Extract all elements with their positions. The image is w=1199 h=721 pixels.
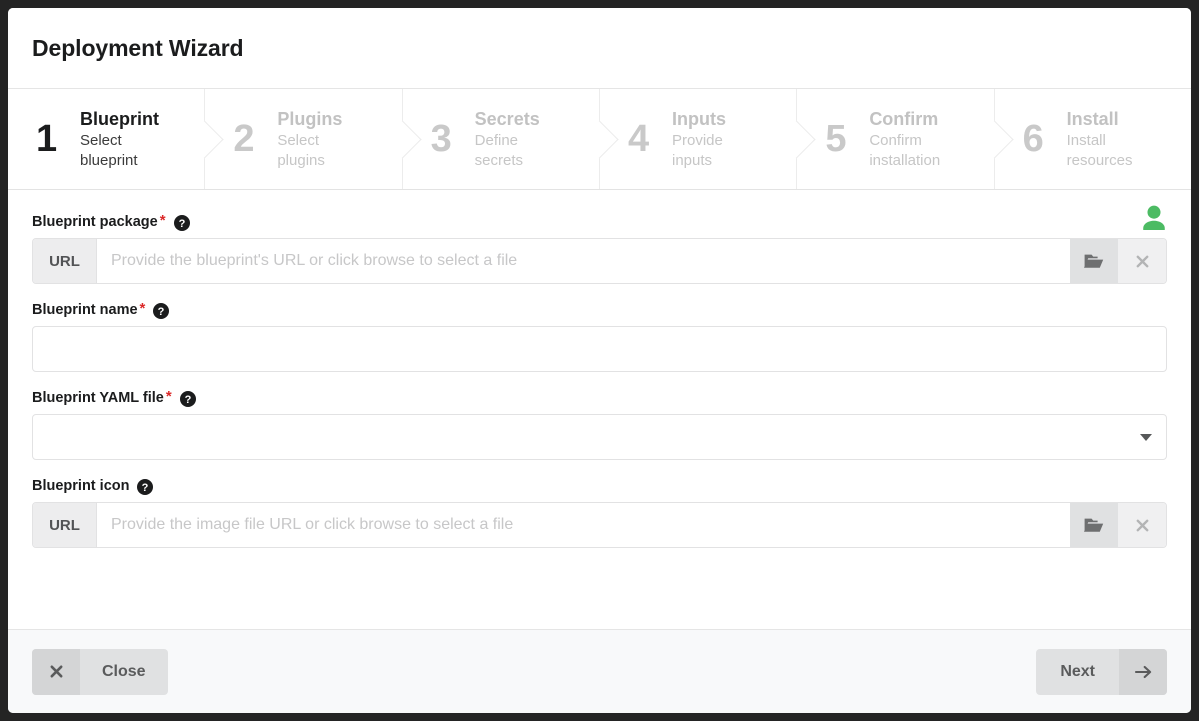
url-prefix-label: URL: [33, 503, 97, 547]
field-label-text: Blueprint name: [32, 302, 138, 318]
step-description: Select blueprint: [80, 131, 138, 169]
blueprint-package-url-input[interactable]: [97, 239, 1070, 283]
step-number: 4: [627, 118, 650, 160]
step-number: 2: [233, 118, 255, 160]
field-label: Blueprint name * ?: [32, 300, 1167, 319]
svg-text:?: ?: [184, 394, 191, 406]
wizard-step-confirm[interactable]: 5 Confirm Confirm installation: [796, 89, 994, 189]
wizard-steps: 1 Blueprint Select blueprint 2 Plugins S…: [8, 89, 1191, 190]
blueprint-icon-url-input[interactable]: [97, 503, 1070, 547]
wizard-step-plugins[interactable]: 2 Plugins Select plugins: [204, 89, 402, 189]
step-title: Blueprint: [80, 108, 159, 129]
user-icon: [1137, 202, 1171, 236]
required-marker: *: [165, 388, 172, 405]
modal-header: Deployment Wizard: [8, 8, 1191, 89]
svg-text:?: ?: [142, 482, 149, 494]
wizard-step-blueprint[interactable]: 1 Blueprint Select blueprint: [8, 89, 205, 189]
close-button[interactable]: Close: [32, 648, 168, 695]
step-description: Select plugins: [277, 131, 325, 169]
browse-file-button[interactable]: [1070, 503, 1118, 547]
url-input-row: URL: [32, 502, 1167, 548]
step-description: Define secrets: [474, 131, 524, 169]
close-button-label: Close: [102, 662, 146, 680]
close-icon: [32, 648, 80, 695]
field-blueprint-name: Blueprint name * ?: [32, 300, 1167, 372]
field-blueprint-yaml-file: Blueprint YAML file * ?: [32, 388, 1167, 460]
step-title: Confirm: [869, 108, 939, 129]
required-marker: *: [139, 300, 146, 317]
step-number: 5: [825, 118, 847, 160]
field-label: Blueprint YAML file * ?: [32, 388, 1167, 407]
blueprint-yaml-file-select[interactable]: [32, 414, 1167, 460]
field-label: Blueprint package * ?: [32, 212, 1167, 231]
url-input-row: URL: [32, 238, 1167, 284]
modal-footer: Close Next: [8, 629, 1191, 713]
browse-file-button[interactable]: [1070, 239, 1118, 283]
step-description: Install resources: [1066, 131, 1133, 169]
wizard-step-inputs[interactable]: 4 Inputs Provide inputs: [598, 89, 797, 189]
field-label-text: Blueprint icon: [32, 478, 130, 494]
clear-field-button[interactable]: [1118, 239, 1166, 283]
clear-field-button[interactable]: [1118, 503, 1166, 547]
step-description: Confirm installation: [869, 131, 941, 169]
question-circle-icon[interactable]: ?: [137, 478, 154, 495]
next-button-label: Next: [1060, 662, 1095, 680]
field-label-text: Blueprint YAML file: [32, 390, 164, 406]
wizard-step-install[interactable]: 6 Install Install resources: [993, 89, 1191, 189]
required-marker: *: [159, 212, 166, 229]
svg-text:?: ?: [178, 218, 185, 230]
wizard-step-secrets[interactable]: 3 Secrets Define secrets: [401, 89, 599, 189]
url-prefix-label: URL: [33, 239, 97, 283]
field-label-text: Blueprint package: [32, 214, 158, 230]
field-blueprint-icon: Blueprint icon ? URL: [32, 478, 1167, 548]
chevron-down-icon[interactable]: [1140, 434, 1152, 441]
svg-text:?: ?: [158, 306, 165, 318]
step-title: Install: [1066, 108, 1119, 129]
question-circle-icon[interactable]: ?: [179, 390, 196, 407]
field-label: Blueprint icon ?: [32, 478, 1167, 495]
question-circle-icon[interactable]: ?: [173, 214, 190, 231]
deployment-wizard-modal: Deployment Wizard 1 Blueprint Select blu…: [8, 8, 1191, 713]
wizard-body: Blueprint package * ? URL Provide the bl…: [8, 190, 1191, 629]
step-number: 3: [430, 118, 452, 160]
step-title: Inputs: [671, 108, 726, 129]
step-description: Provide inputs: [671, 131, 723, 169]
arrow-right-icon: [1119, 648, 1167, 695]
next-button[interactable]: Next: [1036, 648, 1167, 695]
step-title: Plugins: [277, 108, 343, 129]
blueprint-name-input[interactable]: [32, 326, 1167, 372]
field-blueprint-package: Blueprint package * ? URL: [32, 212, 1167, 284]
step-number: 1: [36, 118, 58, 160]
page-title: Deployment Wizard: [32, 34, 244, 61]
step-number: 6: [1022, 118, 1044, 160]
question-circle-icon[interactable]: ?: [153, 302, 170, 319]
step-title: Secrets: [474, 108, 540, 129]
